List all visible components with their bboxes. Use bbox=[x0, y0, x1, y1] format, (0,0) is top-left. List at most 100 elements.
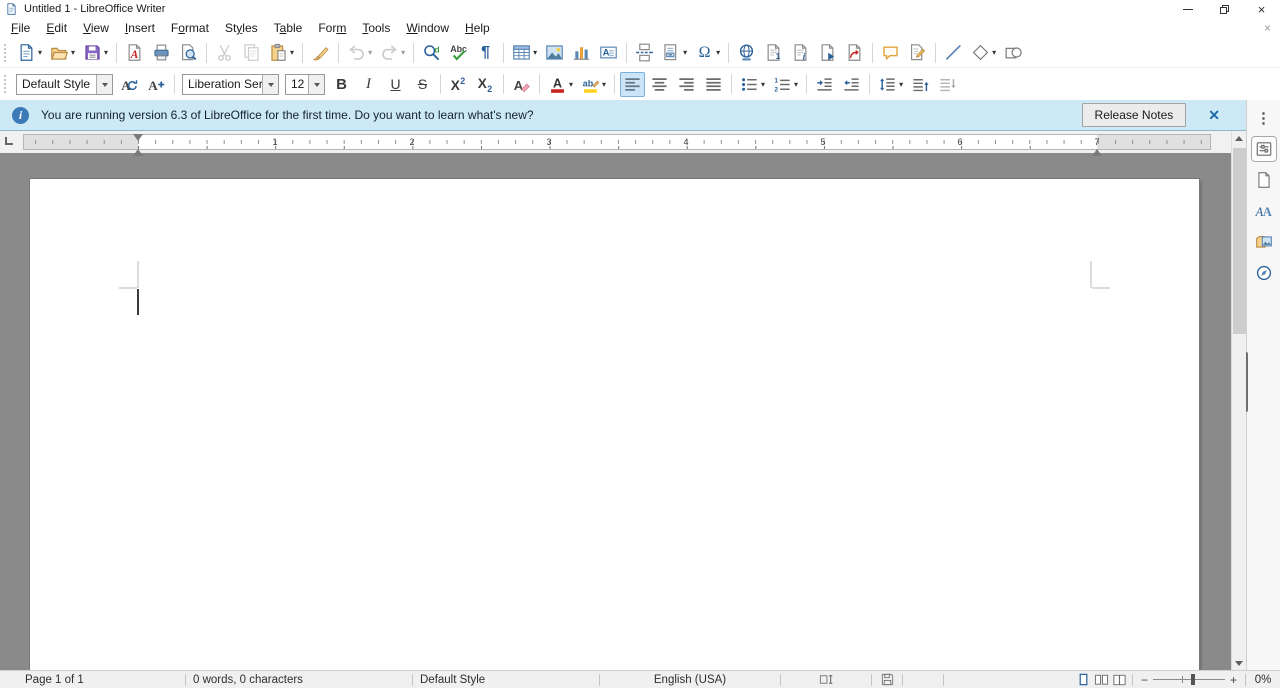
insert-field-button[interactable]: ▾ bbox=[659, 40, 690, 65]
strikethrough-button[interactable]: S bbox=[410, 72, 435, 97]
insert-hyperlink-button[interactable] bbox=[734, 40, 759, 65]
insert-endnote-button[interactable] bbox=[788, 40, 813, 65]
highlighting-color-button[interactable]: ▾ bbox=[578, 72, 609, 97]
close-button[interactable]: × bbox=[1243, 0, 1280, 18]
gallery-deck-button[interactable] bbox=[1251, 229, 1277, 255]
zoom-slider-track[interactable] bbox=[1153, 674, 1225, 686]
new-style-button[interactable] bbox=[144, 72, 169, 97]
menu-styles[interactable]: Styles bbox=[217, 19, 266, 37]
page-style-field[interactable]: Default Style bbox=[413, 671, 599, 688]
font-name-dropdown-button[interactable] bbox=[262, 74, 278, 94]
paragraph-style-combobox[interactable]: Default Style bbox=[16, 73, 113, 95]
toolbar-grip[interactable] bbox=[3, 74, 8, 94]
menu-help[interactable]: Help bbox=[457, 19, 498, 37]
align-center-button[interactable] bbox=[647, 72, 672, 97]
formatting-marks-button[interactable]: ¶ bbox=[473, 40, 498, 65]
unordered-list-button[interactable]: ▾ bbox=[737, 72, 768, 97]
insert-text-box-button[interactable] bbox=[596, 40, 621, 65]
font-color-dropdown-arrow[interactable]: ▾ bbox=[569, 80, 573, 89]
track-changes-button[interactable] bbox=[905, 40, 930, 65]
highlighting-color-dropdown-arrow[interactable]: ▾ bbox=[602, 80, 606, 89]
menu-format[interactable]: Format bbox=[163, 19, 217, 37]
paste-dropdown-arrow[interactable]: ▾ bbox=[290, 48, 294, 57]
insert-comment-button[interactable] bbox=[878, 40, 903, 65]
styles-deck-button[interactable] bbox=[1251, 198, 1277, 224]
open-file-button[interactable]: ▾ bbox=[47, 40, 78, 65]
vertical-scrollbar[interactable] bbox=[1231, 131, 1246, 671]
bold-button[interactable]: B bbox=[329, 72, 354, 97]
menu-view[interactable]: View bbox=[75, 19, 117, 37]
zoom-in-icon[interactable]: + bbox=[1230, 674, 1237, 686]
underline-button[interactable]: U bbox=[383, 72, 408, 97]
save-button[interactable]: ▾ bbox=[80, 40, 111, 65]
scrollbar-thumb[interactable] bbox=[1233, 148, 1246, 334]
clear-formatting-button[interactable] bbox=[509, 72, 534, 97]
scroll-up-button[interactable] bbox=[1232, 131, 1246, 146]
selection-mode-field[interactable] bbox=[781, 671, 871, 688]
line-spacing-dropdown-arrow[interactable]: ▾ bbox=[899, 80, 903, 89]
insert-table-dropdown-arrow[interactable]: ▾ bbox=[533, 48, 537, 57]
export-as-pdf-button[interactable] bbox=[122, 40, 147, 65]
insert-footnote-button[interactable] bbox=[761, 40, 786, 65]
insert-bookmark-button[interactable] bbox=[815, 40, 840, 65]
insert-image-button[interactable] bbox=[542, 40, 567, 65]
menu-form[interactable]: Form bbox=[310, 19, 354, 37]
scroll-down-button[interactable] bbox=[1232, 656, 1246, 671]
decrease-indent-button[interactable] bbox=[839, 72, 864, 97]
font-size-combobox[interactable]: 12 bbox=[285, 73, 325, 95]
close-document-icon[interactable]: × bbox=[1264, 22, 1271, 34]
tab-stop-selector[interactable] bbox=[5, 137, 13, 145]
insert-cross-reference-button[interactable] bbox=[842, 40, 867, 65]
page-number-field[interactable]: Page 1 of 1 bbox=[0, 671, 185, 688]
paste-button[interactable]: ▾ bbox=[266, 40, 297, 65]
zoom-out-icon[interactable]: − bbox=[1141, 674, 1148, 686]
font-color-button[interactable]: ▾ bbox=[545, 72, 576, 97]
view-single-page-button[interactable] bbox=[1076, 672, 1091, 687]
basic-shapes-button[interactable]: ▾ bbox=[968, 40, 999, 65]
page-deck-button[interactable] bbox=[1251, 167, 1277, 193]
view-multiple-pages-button[interactable] bbox=[1094, 672, 1109, 687]
properties-deck-button[interactable] bbox=[1250, 136, 1277, 162]
insert-field-dropdown-arrow[interactable]: ▾ bbox=[683, 48, 687, 57]
increase-paragraph-spacing-button[interactable] bbox=[908, 72, 933, 97]
insert-page-break-button[interactable] bbox=[632, 40, 657, 65]
insert-table-button[interactable]: ▾ bbox=[509, 40, 540, 65]
justify-button[interactable] bbox=[701, 72, 726, 97]
new-document-dropdown-arrow[interactable]: ▾ bbox=[38, 48, 42, 57]
insert-special-character-dropdown-arrow[interactable]: ▾ bbox=[716, 48, 720, 57]
menu-tools[interactable]: Tools bbox=[354, 19, 398, 37]
subscript-button[interactable] bbox=[473, 72, 498, 97]
menu-table[interactable]: Table bbox=[266, 19, 311, 37]
font-name-combobox[interactable]: Liberation Serif bbox=[182, 73, 279, 95]
basic-shapes-dropdown-arrow[interactable]: ▾ bbox=[992, 48, 996, 57]
language-field[interactable]: English (USA) bbox=[600, 671, 780, 688]
find-and-replace-button[interactable] bbox=[419, 40, 444, 65]
update-style-button[interactable] bbox=[117, 72, 142, 97]
print-button[interactable] bbox=[149, 40, 174, 65]
infobar-close-icon[interactable]: ✕ bbox=[1208, 108, 1220, 122]
spelling-check-button[interactable] bbox=[446, 40, 471, 65]
zoom-level-field[interactable]: 0% bbox=[1246, 671, 1280, 688]
view-book-button[interactable] bbox=[1112, 672, 1127, 687]
unordered-list-dropdown-arrow[interactable]: ▾ bbox=[761, 80, 765, 89]
align-left-button[interactable] bbox=[620, 71, 646, 97]
minimize-button[interactable] bbox=[1169, 0, 1206, 18]
insert-line-button[interactable] bbox=[941, 40, 966, 65]
paragraph-style-dropdown-button[interactable] bbox=[96, 74, 112, 94]
new-document-button[interactable]: ▾ bbox=[14, 40, 45, 65]
italic-button[interactable]: I bbox=[356, 72, 381, 97]
release-notes-button[interactable]: Release Notes bbox=[1081, 103, 1187, 127]
zoom-slider[interactable]: − + bbox=[1133, 671, 1245, 688]
document-page[interactable] bbox=[30, 179, 1199, 671]
save-dropdown-arrow[interactable]: ▾ bbox=[104, 48, 108, 57]
ordered-list-button[interactable]: ▾ bbox=[770, 72, 801, 97]
increase-indent-button[interactable] bbox=[812, 72, 837, 97]
align-right-button[interactable] bbox=[674, 72, 699, 97]
menu-edit[interactable]: Edit bbox=[38, 19, 75, 37]
navigator-deck-button[interactable] bbox=[1251, 260, 1277, 286]
ordered-list-dropdown-arrow[interactable]: ▾ bbox=[794, 80, 798, 89]
open-file-dropdown-arrow[interactable]: ▾ bbox=[71, 48, 75, 57]
ruler[interactable]: 1 2 3 4 5 6 7 bbox=[23, 134, 1211, 156]
save-status-field[interactable] bbox=[872, 671, 902, 688]
menu-file[interactable]: File bbox=[3, 19, 38, 37]
